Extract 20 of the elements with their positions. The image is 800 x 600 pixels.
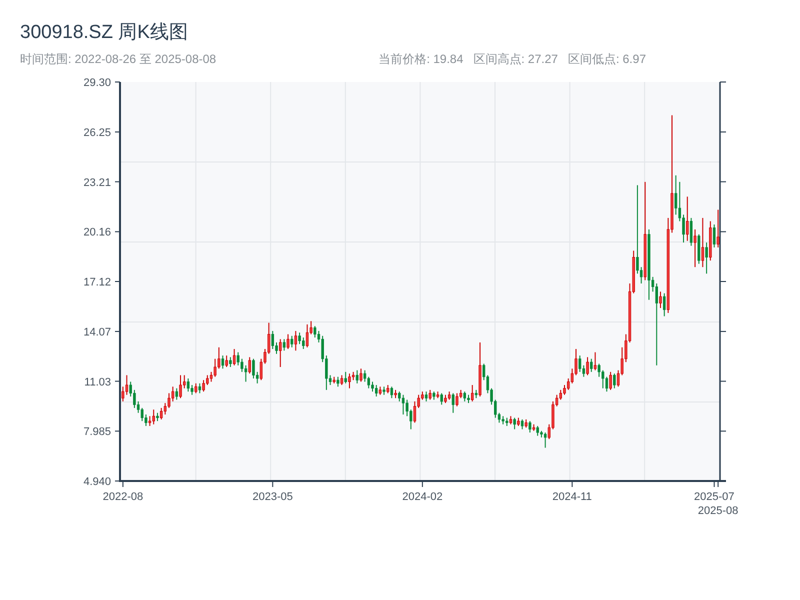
axis-label: 2025-08	[698, 505, 738, 517]
axis-label: 17.12	[83, 276, 111, 288]
axis-label: 2025-07	[694, 491, 734, 503]
axis-label: 2023-05	[252, 491, 293, 503]
chart-title: 300918.SZ 周K线图	[20, 21, 188, 45]
stat-text: 区间低点: 6.97	[568, 51, 646, 67]
axis-label: 7.985	[83, 426, 111, 438]
axis-label: 2024-02	[402, 491, 443, 503]
axis-label: 20.16	[83, 226, 111, 239]
axis-label: 11.03	[84, 376, 111, 388]
axis-label: 4.940	[83, 476, 111, 488]
axis-label: 2022-08	[102, 491, 144, 503]
axis-label: 29.30	[83, 77, 111, 89]
stat-text: 区间高点: 27.27	[473, 51, 558, 67]
axis-label: 2024-11	[552, 491, 592, 503]
stat-text: 当前价格: 19.84	[378, 51, 464, 67]
axis-label: 26.25	[83, 126, 111, 139]
date-range-text: 时间范围: 2022-08-26 至 2025-08-08	[20, 51, 216, 67]
axis-label: 14.07	[83, 326, 111, 338]
axis-label: 23.21	[83, 176, 111, 189]
